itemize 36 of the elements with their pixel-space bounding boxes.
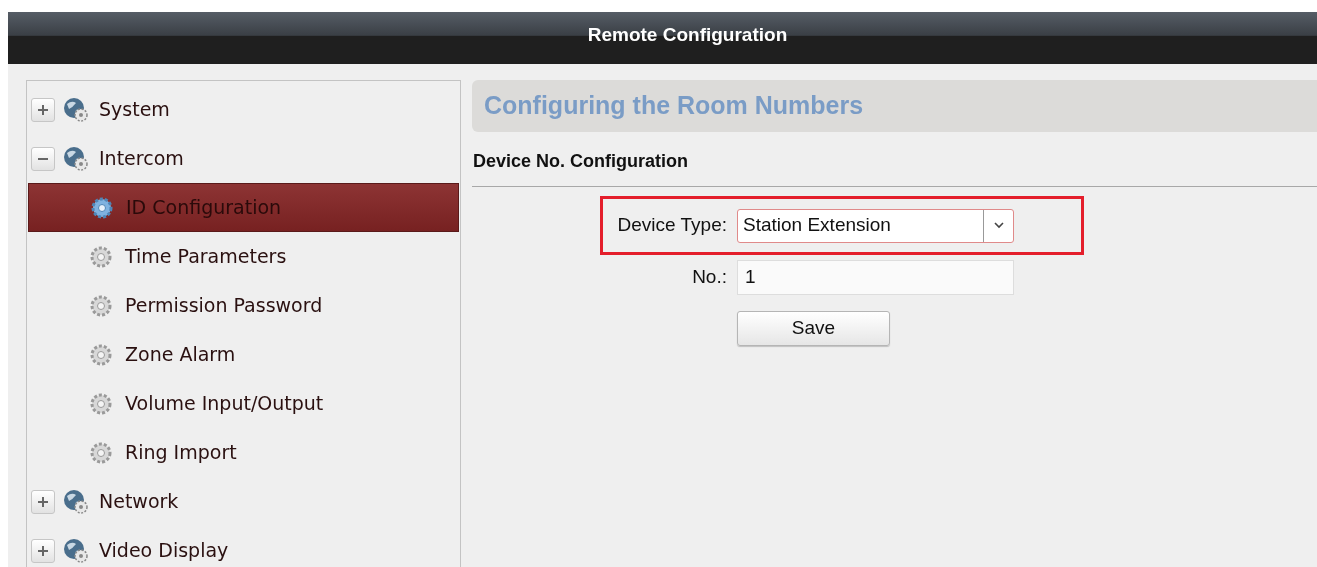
- plus-icon: [38, 104, 48, 115]
- tree-item[interactable]: Network: [28, 477, 459, 526]
- tree-subitem[interactable]: Zone Alarm: [28, 330, 459, 379]
- tree-subitem[interactable]: Ring Import: [28, 428, 459, 477]
- collapse-toggle[interactable]: [31, 146, 55, 171]
- tree-item[interactable]: Video Display: [28, 526, 459, 567]
- section-title: Device No. Configuration: [472, 150, 689, 173]
- number-field[interactable]: 1: [737, 260, 1014, 295]
- gear-icon: [89, 342, 113, 367]
- gear-icon: [89, 244, 113, 269]
- chevron-down-icon: [993, 222, 1004, 229]
- tree-subitem[interactable]: Permission Password: [28, 281, 459, 330]
- tree-item[interactable]: System: [28, 85, 459, 134]
- plus-icon: [38, 496, 48, 507]
- gear-icon: [90, 195, 114, 220]
- field-label: Device Type:: [616, 213, 728, 238]
- globe-gear-icon: [63, 537, 89, 564]
- expand-toggle[interactable]: [31, 538, 55, 563]
- tree-subitem[interactable]: Time Parameters: [28, 232, 459, 281]
- page-title: Configuring the Room Numbers: [484, 90, 864, 122]
- gear-icon: [89, 293, 113, 318]
- tree-item[interactable]: Intercom: [28, 134, 459, 183]
- plus-icon: [38, 545, 48, 556]
- window-title: Remote Configuration: [586, 22, 788, 47]
- field-label: No.:: [691, 265, 728, 290]
- tree-subitem[interactable]: Volume Input/Output: [28, 379, 459, 428]
- expand-toggle[interactable]: [31, 97, 55, 122]
- minus-icon: [38, 157, 48, 160]
- gear-icon: [89, 391, 113, 416]
- save-button[interactable]: Save: [737, 311, 890, 346]
- expand-toggle[interactable]: [31, 489, 55, 514]
- globe-gear-icon: [63, 96, 89, 123]
- globe-gear-icon: [63, 145, 89, 172]
- gear-icon: [89, 440, 113, 465]
- device-type-select[interactable]: Station Extension: [737, 208, 1014, 243]
- globe-gear-icon: [63, 488, 89, 515]
